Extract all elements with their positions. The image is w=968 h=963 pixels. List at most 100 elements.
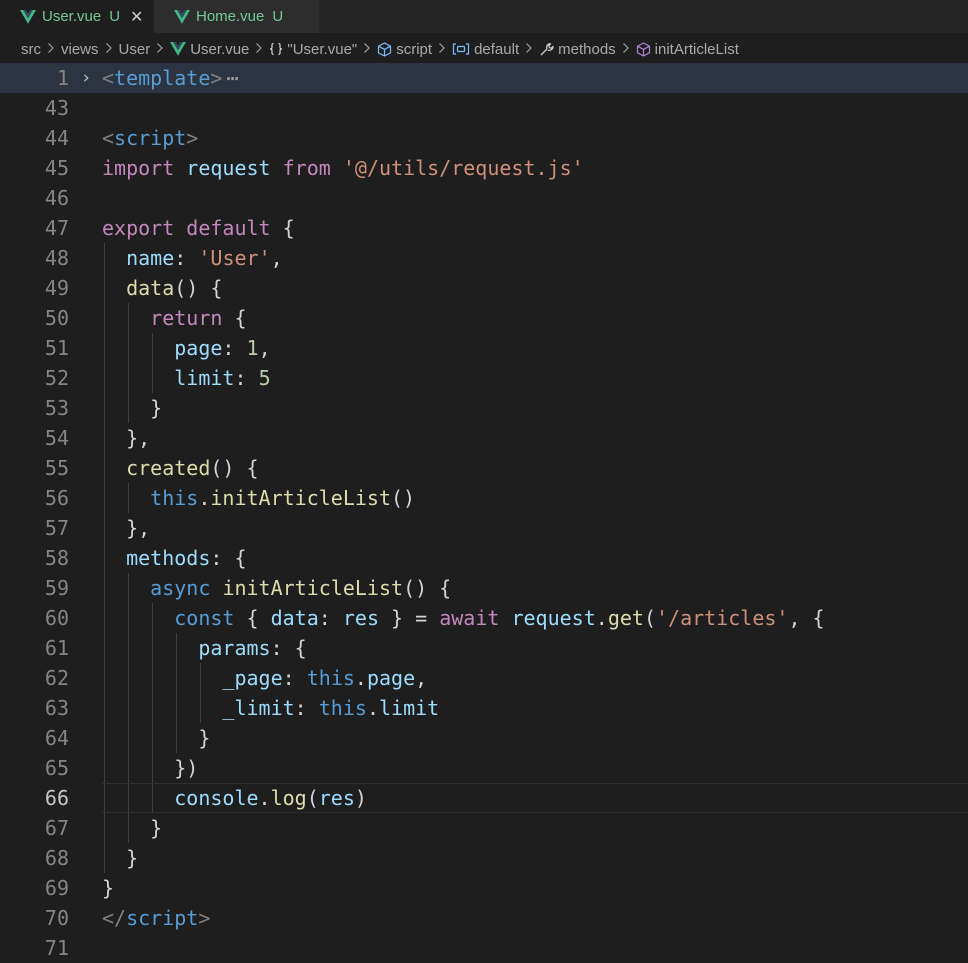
tab-user-vue[interactable]: User.vue U ✕ bbox=[0, 0, 154, 33]
code-line[interactable]: 58 methods: { bbox=[0, 543, 968, 573]
breadcrumb-item-views[interactable]: views bbox=[61, 41, 99, 58]
chevron-right-icon bbox=[438, 41, 446, 58]
line-number: 50 bbox=[44, 306, 69, 330]
code-line[interactable]: 52 limit: 5 bbox=[0, 363, 968, 393]
breadcrumb-item-methods[interactable]: methods bbox=[539, 41, 616, 58]
line-number: 52 bbox=[44, 366, 69, 390]
code-text: _limit: this.limit bbox=[102, 693, 968, 723]
code-token: () { bbox=[174, 276, 223, 300]
code-token: import bbox=[102, 156, 175, 180]
code-line[interactable]: 69} bbox=[0, 873, 968, 903]
line-number: 57 bbox=[44, 516, 69, 540]
code-token: res bbox=[342, 606, 379, 630]
code-token: () bbox=[391, 486, 416, 510]
code-line[interactable]: 71 bbox=[0, 933, 968, 963]
code-token: 'User' bbox=[198, 246, 271, 270]
code-line[interactable]: 68 } bbox=[0, 843, 968, 873]
code-token: : bbox=[282, 666, 307, 690]
code-token: template bbox=[114, 66, 211, 90]
code-token: 5 bbox=[258, 366, 271, 390]
wrench-icon bbox=[539, 42, 554, 57]
breadcrumb-item-module[interactable]: "User.vue" bbox=[269, 41, 357, 58]
code-line[interactable]: 60 const { data: res } = await request.g… bbox=[0, 603, 968, 633]
code-token: data bbox=[270, 606, 319, 630]
code-text: data() { bbox=[102, 273, 968, 303]
untracked-badge: U bbox=[272, 8, 284, 25]
code-token: , bbox=[415, 666, 428, 690]
fold-chevron-icon[interactable]: › bbox=[81, 63, 91, 93]
code-line[interactable]: 1 › <template> ⋯ bbox=[0, 63, 968, 93]
code-line[interactable]: 45 import request from '@/utils/request.j… bbox=[0, 153, 968, 183]
code-token: : bbox=[234, 366, 259, 390]
code-text: _page: this.page, bbox=[102, 663, 968, 693]
code-text: <script> bbox=[102, 123, 968, 153]
code-token: : { bbox=[210, 546, 247, 570]
code-line[interactable]: 64 } bbox=[0, 723, 968, 753]
close-icon[interactable]: ✕ bbox=[130, 7, 143, 27]
breadcrumb-item-user[interactable]: User bbox=[119, 41, 151, 58]
code-token: }) bbox=[174, 756, 199, 780]
code-line[interactable]: 53 } bbox=[0, 393, 968, 423]
code-line[interactable]: 51 page: 1, bbox=[0, 333, 968, 363]
breadcrumb-item-user-vue[interactable]: User.vue bbox=[170, 41, 249, 58]
code-text: }) bbox=[102, 753, 968, 783]
code-line[interactable]: 44 <script> bbox=[0, 123, 968, 153]
code-token: params bbox=[198, 636, 271, 660]
code-line[interactable]: 48 name: 'User', bbox=[0, 243, 968, 273]
code-line[interactable]: 56 this.initArticleList() bbox=[0, 483, 968, 513]
code-line[interactable]: 50 return { bbox=[0, 303, 968, 333]
code-line[interactable]: 54 }, bbox=[0, 423, 968, 453]
code-token: '@/utils/request.js' bbox=[342, 156, 584, 180]
line-number: 49 bbox=[44, 276, 69, 300]
code-text: this.initArticleList() bbox=[102, 483, 968, 513]
code-line[interactable]: 47 export default { bbox=[0, 213, 968, 243]
code-line[interactable]: 61 params: { bbox=[0, 633, 968, 663]
code-line[interactable]: 46 bbox=[0, 183, 968, 213]
code-token: () { bbox=[403, 576, 452, 600]
code-editor[interactable]: 1 › <template> ⋯ 43 44 <script> 45 import reques… bbox=[0, 63, 968, 960]
code-token: page bbox=[174, 336, 223, 360]
code-token: } = bbox=[378, 606, 440, 630]
line-number: 45 bbox=[44, 156, 69, 180]
code-line[interactable]: 62 _page: this.page, bbox=[0, 663, 968, 693]
breadcrumb-label: script bbox=[396, 40, 433, 58]
line-number: 1 bbox=[56, 66, 69, 90]
code-token: : bbox=[294, 696, 319, 720]
chevron-right-icon bbox=[156, 41, 164, 58]
code-token: , { bbox=[788, 606, 825, 630]
chevron-right-icon bbox=[363, 41, 371, 58]
code-token: < bbox=[102, 126, 115, 150]
code-token: default bbox=[186, 216, 271, 240]
code-line[interactable]: 57 }, bbox=[0, 513, 968, 543]
breadcrumb-item-default[interactable]: default bbox=[452, 41, 519, 58]
line-number: 69 bbox=[44, 876, 69, 900]
breadcrumb-item-initarticlelist[interactable]: initArticleList bbox=[636, 41, 739, 58]
code-token: '/articles' bbox=[655, 606, 789, 630]
editor-tab-bar: User.vue U ✕ Home.vue U bbox=[0, 0, 968, 33]
code-token: return bbox=[150, 306, 223, 330]
code-token: > bbox=[186, 126, 199, 150]
code-line[interactable]: 65 }) bbox=[0, 753, 968, 783]
code-text: name: 'User', bbox=[102, 243, 968, 273]
code-line[interactable]: 59 async initArticleList() { bbox=[0, 573, 968, 603]
breadcrumb-item-script[interactable]: script bbox=[377, 41, 432, 58]
code-token: page bbox=[366, 666, 416, 690]
breadcrumb-item-src[interactable]: src bbox=[21, 41, 41, 58]
code-line[interactable]: 66 console.log(res) bbox=[0, 783, 968, 813]
tab-home-vue[interactable]: Home.vue U bbox=[154, 0, 319, 33]
line-number: 48 bbox=[44, 246, 69, 270]
code-line[interactable]: 67 } bbox=[0, 813, 968, 843]
code-line[interactable]: 49 data() { bbox=[0, 273, 968, 303]
code-line[interactable]: 70 </script> bbox=[0, 903, 968, 933]
code-token: . bbox=[366, 696, 379, 720]
code-line[interactable]: 43 bbox=[0, 93, 968, 123]
line-number: 61 bbox=[44, 636, 69, 660]
line-number: 71 bbox=[44, 936, 69, 960]
code-token: < bbox=[102, 66, 115, 90]
code-token: : bbox=[222, 336, 247, 360]
code-line[interactable]: 63 _limit: this.limit bbox=[0, 693, 968, 723]
code-line[interactable]: 55 created() { bbox=[0, 453, 968, 483]
code-token: : bbox=[318, 606, 343, 630]
line-number: 63 bbox=[44, 696, 69, 720]
